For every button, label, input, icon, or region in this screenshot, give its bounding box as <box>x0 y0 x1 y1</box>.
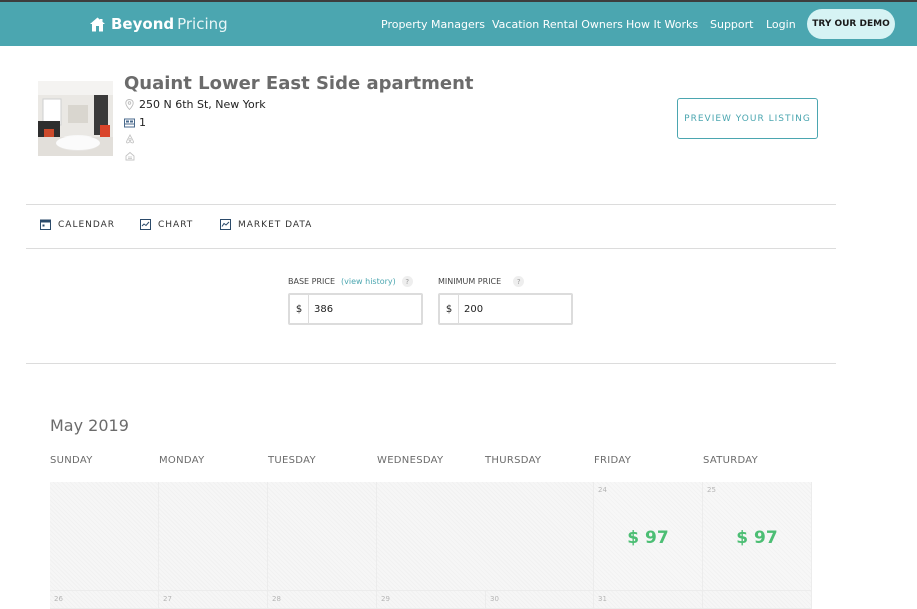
calendar-day-28[interactable]: 28 <box>268 591 377 609</box>
tab-market-data-label: MARKET DATA <box>238 219 313 230</box>
base-price-input[interactable]: 386 <box>309 304 333 315</box>
bed-icon <box>124 117 135 128</box>
airbnb-icon <box>124 133 135 144</box>
nav-link-property-managers[interactable]: Property Managers <box>381 18 485 31</box>
top-nav-bar: Beyond Pricing Property Managers Vacatio… <box>0 0 917 46</box>
calendar-grid: 24 $ 97 25 $ 97 26 27 28 29 30 31 <box>50 482 812 609</box>
tab-calendar-label: CALENDAR <box>58 219 116 230</box>
market-data-icon <box>220 219 231 230</box>
calendar-day-empty <box>377 482 594 591</box>
calendar-month-title: May 2019 <box>50 416 129 435</box>
divider-tabs <box>26 248 836 249</box>
calendar-day-number: 30 <box>490 595 499 603</box>
weekday-friday: FRIDAY <box>594 455 632 466</box>
map-pin-icon <box>124 99 135 110</box>
nav-link-support[interactable]: Support <box>710 18 753 31</box>
minimum-price-currency: $ <box>440 295 459 323</box>
listing-bedrooms-row: 1 <box>124 116 146 129</box>
tab-chart-label: CHART <box>158 219 194 230</box>
tab-market-data[interactable]: MARKET DATA <box>220 219 312 230</box>
top-border <box>0 0 917 2</box>
minimum-price-field[interactable]: $ 200 <box>438 293 573 325</box>
calendar-day-25[interactable]: 25 $ 97 <box>703 482 812 591</box>
tab-calendar[interactable]: CALENDAR <box>40 219 115 230</box>
calendar-day-31[interactable]: 31 <box>594 591 703 609</box>
calendar-day-price: $ 97 <box>736 528 778 548</box>
try-demo-button[interactable]: TRY OUR DEMO <box>807 9 895 39</box>
calendar-day-30[interactable]: 30 <box>486 591 594 609</box>
calendar-day-29[interactable]: 29 <box>377 591 486 609</box>
calendar-day-empty <box>50 482 159 591</box>
brand-logo[interactable]: Beyond Pricing <box>89 15 228 33</box>
minimum-price-label: MINIMUM PRICE <box>438 277 502 286</box>
brand-name-bold: Beyond <box>111 15 175 33</box>
calendar-day-empty <box>268 482 377 591</box>
calendar-day-number: 27 <box>163 595 172 603</box>
preview-listing-button[interactable]: PREVIEW YOUR LISTING <box>677 98 818 139</box>
nav-link-vacation-rental-owners[interactable]: Vacation Rental Owners <box>492 18 623 31</box>
calendar-day-24[interactable]: 24 $ 97 <box>594 482 703 591</box>
divider-pricing <box>26 363 836 364</box>
minimum-price-label-row: MINIMUM PRICE ? <box>438 276 525 287</box>
calendar-day-empty <box>703 591 812 609</box>
homeaway-icon <box>124 150 135 161</box>
weekday-thursday: THURSDAY <box>485 455 542 466</box>
base-price-currency: $ <box>290 295 309 323</box>
brand-name-light: Pricing <box>177 15 228 33</box>
calendar-day-empty <box>159 482 268 591</box>
nav-link-how-it-works[interactable]: How It Works <box>626 18 698 31</box>
weekday-monday: MONDAY <box>159 455 205 466</box>
view-history-link[interactable]: (view history) <box>341 277 396 286</box>
calendar-day-27[interactable]: 27 <box>159 591 268 609</box>
house-logo-icon <box>90 17 105 31</box>
listing-bedrooms: 1 <box>139 116 146 129</box>
calendar-day-number: 29 <box>381 595 390 603</box>
listing-photo-image <box>38 81 113 156</box>
weekday-wednesday: WEDNESDAY <box>377 455 444 466</box>
base-price-label-row: BASE PRICE (view history) ? <box>288 276 413 287</box>
weekday-tuesday: TUESDAY <box>268 455 316 466</box>
homeaway-row <box>124 150 139 161</box>
calendar-day-number: 31 <box>598 595 607 603</box>
weekday-sunday: SUNDAY <box>50 455 93 466</box>
calendar-day-number: 28 <box>272 595 281 603</box>
calendar-day-26[interactable]: 26 <box>50 591 159 609</box>
calendar-icon <box>40 219 51 230</box>
base-price-help-icon[interactable]: ? <box>401 276 413 287</box>
airbnb-row <box>124 133 139 144</box>
calendar-day-number: 26 <box>54 595 63 603</box>
chart-icon <box>140 219 151 230</box>
minimum-price-input[interactable]: 200 <box>459 304 483 315</box>
listing-title: Quaint Lower East Side apartment <box>124 73 474 94</box>
weekday-saturday: SATURDAY <box>703 455 759 466</box>
calendar-day-number: 24 <box>598 486 607 494</box>
listing-photo[interactable] <box>38 81 113 156</box>
tab-chart[interactable]: CHART <box>140 219 193 230</box>
calendar-day-price: $ 97 <box>627 528 669 548</box>
base-price-field[interactable]: $ 386 <box>288 293 423 325</box>
divider-top <box>26 204 836 205</box>
minimum-price-help-icon[interactable]: ? <box>513 276 525 287</box>
listing-address-row: 250 N 6th St, New York <box>124 98 266 111</box>
nav-link-login[interactable]: Login <box>766 18 796 31</box>
listing-address: 250 N 6th St, New York <box>139 98 266 111</box>
calendar-day-number: 25 <box>707 486 716 494</box>
base-price-label: BASE PRICE <box>288 277 336 286</box>
